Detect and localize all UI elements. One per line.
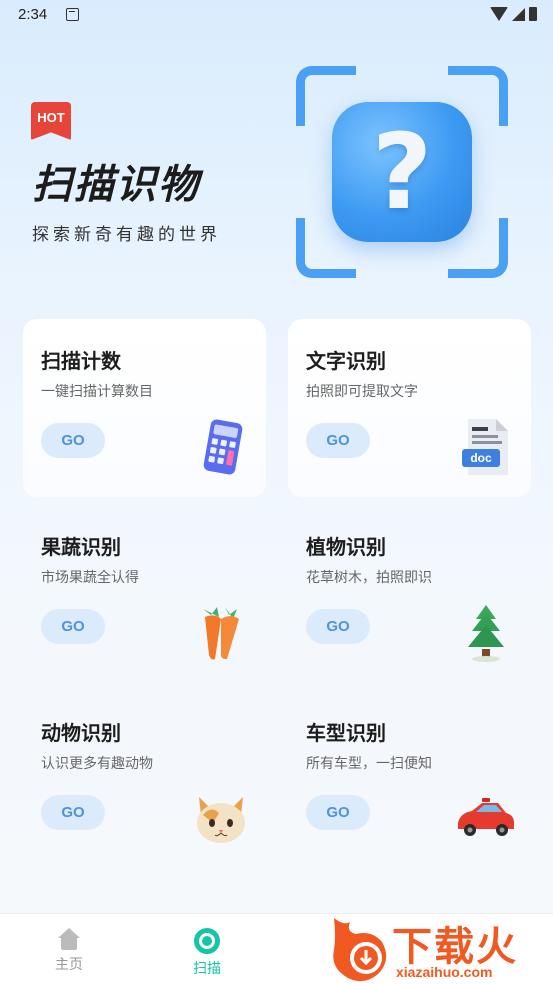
car-icon — [458, 798, 514, 836]
go-button[interactable]: GO — [41, 609, 105, 644]
sd-card-icon — [66, 8, 79, 21]
question-box: ? — [332, 102, 472, 242]
battery-icon — [529, 7, 537, 21]
cat-icon — [197, 797, 245, 843]
card-title: 植物识别 — [306, 535, 386, 559]
nav-label-home: 主页 — [55, 957, 83, 973]
watermark-url: xiazaihuo.com — [396, 964, 493, 980]
go-button[interactable]: GO — [306, 795, 370, 830]
nav-item-scan[interactable]: 扫描 — [177, 928, 237, 978]
signal-icon — [512, 7, 525, 21]
card-scan-count[interactable]: 扫描计数 一键扫描计算数目 GO — [23, 319, 266, 497]
home-icon — [58, 928, 80, 950]
card-title: 车型识别 — [306, 721, 386, 745]
calculator-icon — [203, 419, 243, 475]
tree-icon — [468, 605, 504, 662]
go-button[interactable]: GO — [306, 423, 370, 458]
hot-badge: HOT — [31, 102, 71, 140]
hero-subtitle: 探索新奇有趣的世界 — [32, 225, 221, 245]
scan-icon — [194, 928, 220, 954]
scan-question-illustration[interactable]: ? — [296, 66, 508, 278]
status-time: 2:34 — [18, 6, 48, 23]
card-text-recognition[interactable]: 文字识别 拍照即可提取文字 GO doc — [288, 319, 531, 497]
hero-title: 扫描识物 — [32, 162, 200, 208]
flame-logo-icon — [333, 918, 387, 982]
card-subtitle: 花草树木，拍照即识 — [306, 570, 432, 586]
card-title: 文字识别 — [306, 349, 386, 373]
go-button[interactable]: GO — [41, 795, 105, 830]
doc-file-icon: doc — [462, 419, 508, 475]
nav-item-home[interactable]: 主页 — [39, 928, 99, 974]
card-plant-recognition[interactable]: 植物识别 花草树木，拍照即识 GO — [288, 505, 531, 683]
wifi-icon — [490, 7, 508, 21]
watermark: 下载火 xiazaihuo.com — [326, 912, 553, 984]
status-bar: 2:34 — [0, 0, 553, 32]
card-vegetable-recognition[interactable]: 果蔬识别 市场果蔬全认得 GO — [23, 505, 266, 683]
card-animal-recognition[interactable]: 动物识别 认识更多有趣动物 GO — [23, 691, 266, 869]
card-subtitle: 市场果蔬全认得 — [41, 570, 139, 586]
question-mark-icon: ? — [371, 111, 433, 233]
nav-label-scan: 扫描 — [193, 961, 221, 977]
doc-icon-label: doc — [470, 451, 492, 465]
card-subtitle: 所有车型，一扫便知 — [306, 756, 432, 772]
status-icons — [490, 7, 537, 21]
go-button[interactable]: GO — [306, 609, 370, 644]
card-subtitle: 认识更多有趣动物 — [41, 756, 153, 772]
card-subtitle: 拍照即可提取文字 — [306, 384, 418, 400]
card-title: 动物识别 — [41, 721, 121, 745]
card-title: 果蔬识别 — [41, 535, 121, 559]
go-button[interactable]: GO — [41, 423, 105, 458]
carrot-icon — [203, 607, 239, 660]
card-car-recognition[interactable]: 车型识别 所有车型，一扫便知 GO — [288, 691, 531, 869]
card-title: 扫描计数 — [41, 349, 121, 373]
card-subtitle: 一键扫描计算数目 — [41, 384, 153, 400]
